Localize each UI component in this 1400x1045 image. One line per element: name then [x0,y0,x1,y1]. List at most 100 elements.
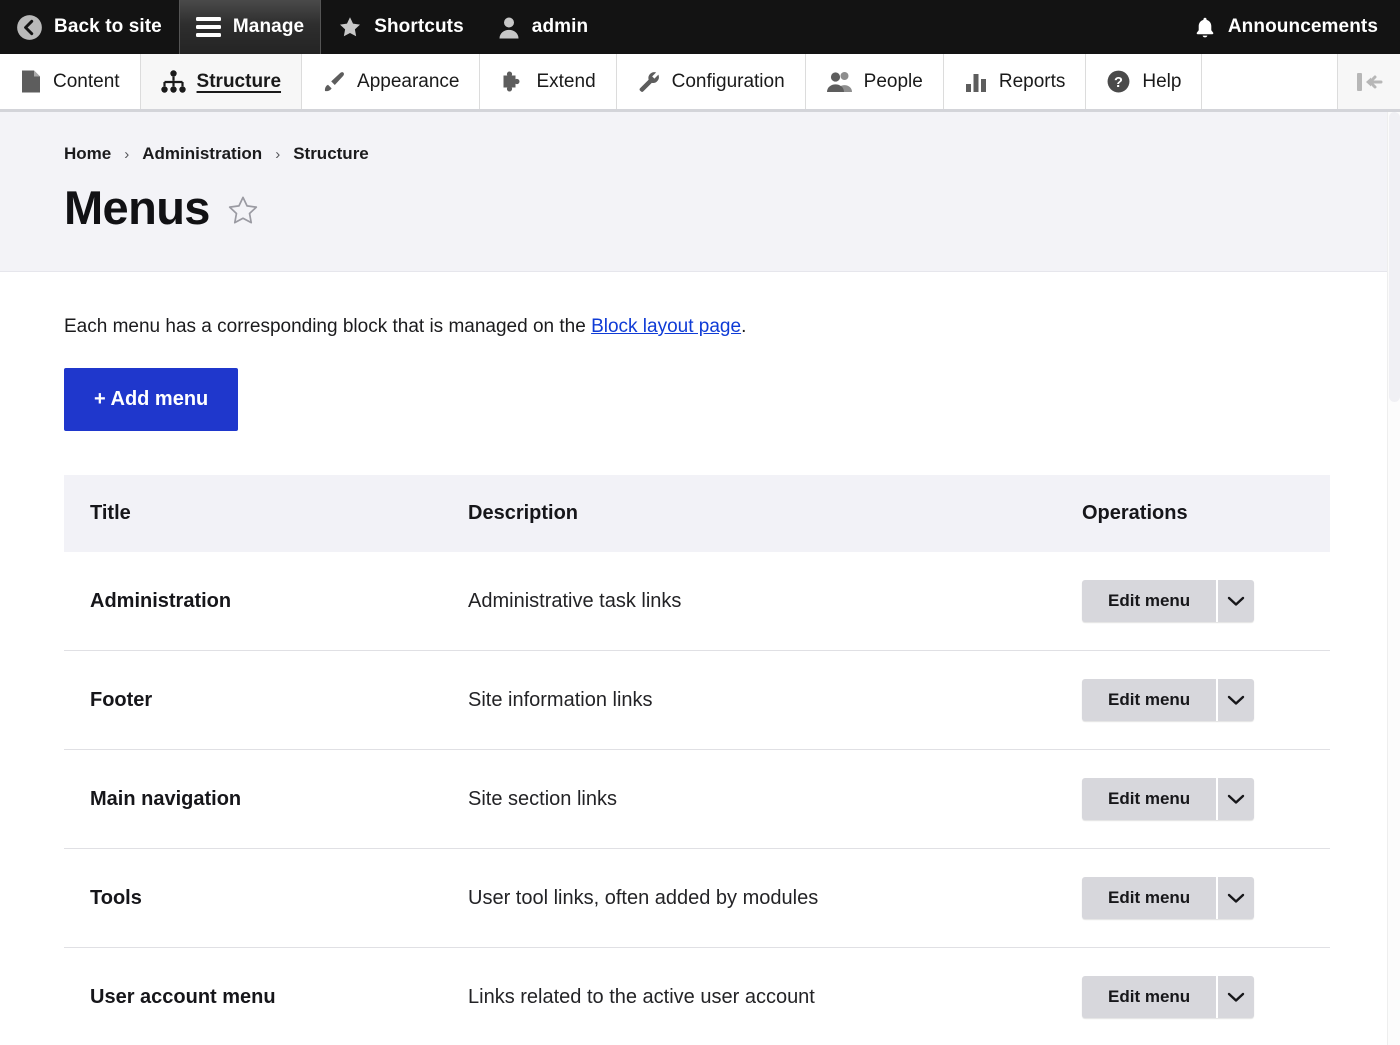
people-icon [826,70,853,94]
document-icon [20,69,42,94]
menu-description: User tool links, often added by modules [442,849,1056,948]
announcements-label: Announcements [1228,16,1378,38]
toolbar-orientation-toggle[interactable] [1338,54,1400,109]
tab-content-label: Content [53,71,120,93]
menu-title: Footer [64,651,442,750]
tab-people-label: People [864,71,923,93]
admin-toolbar: Back to site Manage Shortcuts admin [0,0,1400,54]
page-title-row: Menus [64,180,1400,235]
tab-structure[interactable]: Structure [141,54,302,109]
user-account-label: admin [532,16,588,38]
chevron-down-icon [1227,793,1245,805]
tab-content[interactable]: Content [0,54,141,109]
tab-extend[interactable]: Extend [480,54,616,109]
menu-operations: Edit menu [1056,552,1330,651]
star-outline-icon[interactable] [226,194,260,228]
operations-dropdown-toggle[interactable] [1216,877,1254,919]
bell-icon [1193,15,1217,40]
menus-table: Title Description Operations Administrat… [64,475,1330,1045]
edit-menu-button[interactable]: Edit menu [1082,679,1216,721]
edit-menu-split-button: Edit menu [1082,679,1254,721]
chevron-down-icon [1227,991,1245,1003]
column-header-title: Title [64,475,442,552]
breadcrumb-item-structure[interactable]: Structure [293,144,369,164]
back-to-site-label: Back to site [54,16,162,38]
sitemap-icon [161,70,186,93]
table-row: Administration Administrative task links… [64,552,1330,651]
tab-appearance-label: Appearance [357,71,459,93]
breadcrumb-item-home[interactable]: Home [64,144,111,164]
admin-tab-bar: Content Structure Appearance Extend Conf [0,54,1400,112]
menu-operations: Edit menu [1056,651,1330,750]
edit-menu-split-button: Edit menu [1082,976,1254,1018]
svg-text:?: ? [1114,75,1123,91]
tab-help-label: Help [1142,71,1181,93]
breadcrumb-separator-icon: › [124,146,129,163]
tab-structure-label: Structure [197,71,281,93]
operations-dropdown-toggle[interactable] [1216,976,1254,1018]
edit-menu-split-button: Edit menu [1082,877,1254,919]
menu-description: Site section links [442,750,1056,849]
table-header-row: Title Description Operations [64,475,1330,552]
menu-title: Main navigation [64,750,442,849]
question-icon: ? [1106,69,1131,94]
main-content: Each menu has a corresponding block that… [0,272,1400,1045]
block-layout-page-link[interactable]: Block layout page [591,316,741,337]
column-header-description: Description [442,475,1056,552]
manage-label: Manage [233,16,304,38]
page-wrapper: Back to site Manage Shortcuts admin [0,0,1400,1045]
intro-text-after: . [741,316,746,337]
tab-configuration[interactable]: Configuration [617,54,806,109]
menu-operations: Edit menu [1056,948,1330,1045]
scrollbar-thumb[interactable] [1389,112,1400,402]
page-scrollbar[interactable] [1387,112,1400,1045]
menu-description: Site information links [442,651,1056,750]
back-to-site-button[interactable]: Back to site [0,0,179,54]
intro-text: Each menu has a corresponding block that… [64,316,1330,338]
tab-people[interactable]: People [806,54,944,109]
shortcuts-button[interactable]: Shortcuts [321,0,481,54]
tab-bar-filler [1202,54,1338,109]
star-icon [337,15,363,40]
tab-configuration-label: Configuration [672,71,785,93]
menus-table-body: Administration Administrative task links… [64,552,1330,1045]
edit-menu-button[interactable]: Edit menu [1082,580,1216,622]
back-circle-icon [16,14,43,41]
operations-dropdown-toggle[interactable] [1216,778,1254,820]
paintbrush-icon [322,70,346,94]
tab-help[interactable]: ? Help [1086,54,1202,109]
collapse-left-icon [1353,69,1385,95]
edit-menu-button[interactable]: Edit menu [1082,877,1216,919]
table-row: User account menu Links related to the a… [64,948,1330,1045]
chevron-down-icon [1227,694,1245,706]
menu-operations: Edit menu [1056,750,1330,849]
add-menu-button[interactable]: + Add menu [64,368,238,431]
edit-menu-split-button: Edit menu [1082,580,1254,622]
edit-menu-button[interactable]: Edit menu [1082,976,1216,1018]
user-icon [497,15,521,40]
chevron-down-icon [1227,892,1245,904]
toolbar-spacer [605,0,1177,54]
menu-description: Links related to the active user account [442,948,1056,1045]
manage-button[interactable]: Manage [179,0,321,54]
menu-title: Administration [64,552,442,651]
tab-reports[interactable]: Reports [944,54,1087,109]
edit-menu-button[interactable]: Edit menu [1082,778,1216,820]
edit-menu-split-button: Edit menu [1082,778,1254,820]
tab-extend-label: Extend [536,71,595,93]
operations-dropdown-toggle[interactable] [1216,679,1254,721]
table-row: Footer Site information links Edit menu [64,651,1330,750]
announcements-button[interactable]: Announcements [1177,0,1400,54]
page-header: Home › Administration › Structure Menus [0,112,1400,272]
menus-table-head: Title Description Operations [64,475,1330,552]
menu-operations: Edit menu [1056,849,1330,948]
operations-dropdown-toggle[interactable] [1216,580,1254,622]
menu-description: Administrative task links [442,552,1056,651]
column-header-operations: Operations [1056,475,1330,552]
tab-appearance[interactable]: Appearance [302,54,480,109]
chevron-down-icon [1227,595,1245,607]
user-account-button[interactable]: admin [481,0,605,54]
breadcrumb-item-administration[interactable]: Administration [142,144,262,164]
hamburger-icon [195,16,222,38]
menu-title: User account menu [64,948,442,1045]
